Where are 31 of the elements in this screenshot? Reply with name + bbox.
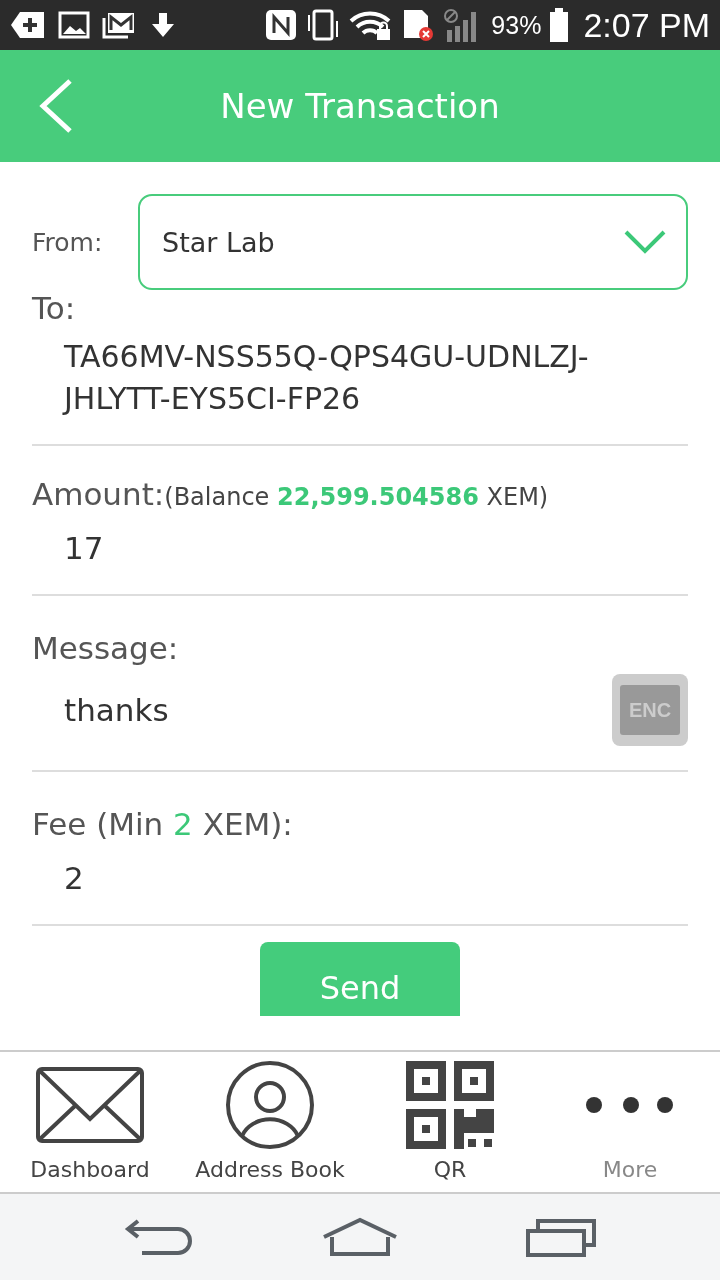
to-label: To:: [32, 290, 77, 326]
account-dropdown[interactable]: Star Lab: [138, 194, 688, 290]
nav-tab[interactable]: Dashboard: [0, 1052, 180, 1192]
qr-code-icon: [406, 1060, 494, 1149]
back-icon[interactable]: [124, 1217, 194, 1257]
image-icon: [58, 10, 90, 40]
clock: 2:07 PM: [583, 5, 710, 45]
screen-title: New Transaction: [220, 86, 500, 126]
nav-tab[interactable]: Address Book: [180, 1052, 360, 1192]
chevron-down-icon: [624, 229, 666, 255]
recent-apps-icon[interactable]: [526, 1217, 596, 1257]
home-icon[interactable]: [322, 1217, 398, 1257]
more-icon: [585, 1094, 675, 1115]
mail-icon: [102, 10, 136, 40]
message-field[interactable]: thanks: [32, 692, 169, 728]
battery-icon: [549, 8, 570, 42]
nav-tab[interactable]: QR: [360, 1052, 540, 1192]
battery-percent: 93%: [491, 10, 542, 40]
balance-text: (Balance 22,599.504586 XEM): [164, 483, 549, 511]
fee-field[interactable]: 2: [32, 856, 688, 900]
recipient-address-field[interactable]: TA66MV-NSS55Q-QPS4GU-UDNLZJ-JHLYTT-EYS5CI-FP26: [32, 336, 688, 420]
add-notification-icon: [10, 10, 46, 40]
message-label: Message:: [32, 630, 180, 666]
person-icon: [225, 1059, 315, 1150]
envelope-icon: [36, 1066, 144, 1143]
fee-label: Fee (Min 2 XEM):: [32, 806, 294, 842]
from-label: From:: [32, 227, 104, 257]
amount-label: Amount:: [32, 476, 165, 512]
sim-error-icon: [401, 8, 436, 42]
nfc-icon: [265, 9, 298, 41]
amount-field[interactable]: 17: [32, 526, 688, 570]
